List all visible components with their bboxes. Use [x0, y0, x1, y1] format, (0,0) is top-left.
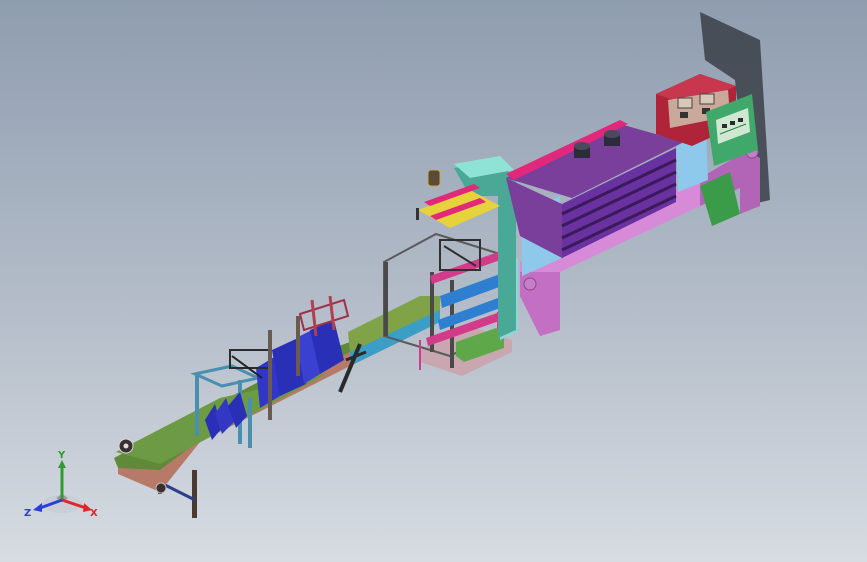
teal-column-side: [498, 188, 516, 338]
z-axis-arrow: [33, 503, 42, 512]
film-roller-support: [416, 208, 419, 220]
frame-post: [195, 376, 199, 436]
separator-station[interactable]: [190, 295, 367, 448]
cad-model-scene[interactable]: [0, 0, 867, 562]
drive-roller-hub: [123, 443, 129, 449]
conveyor-leg: [192, 470, 197, 518]
wrapper-post: [384, 262, 388, 336]
sensor-cylinder[interactable]: [427, 169, 441, 187]
circulation-fan-top: [574, 142, 590, 150]
separator-post: [296, 316, 300, 376]
indicator-button[interactable]: [738, 118, 743, 122]
y-axis-arrow: [58, 460, 66, 468]
conveyor-brace: [164, 483, 196, 502]
x-axis-label: X: [90, 508, 98, 519]
indicator-button[interactable]: [730, 121, 735, 125]
coordinate-triad[interactable]: Y X Z: [22, 448, 102, 528]
tunnel-end-roller: [523, 277, 537, 291]
power-switch[interactable]: [680, 112, 688, 118]
separator-post: [268, 330, 272, 420]
tail-roller: [155, 482, 167, 494]
z-axis-label: Z: [24, 508, 31, 519]
temperature-display[interactable]: [699, 93, 715, 105]
circulation-fan-top: [604, 130, 620, 138]
film-wrapping-station[interactable]: [383, 156, 518, 376]
cad-viewport[interactable]: Y X Z: [0, 0, 867, 562]
infeed-conveyor[interactable]: [114, 296, 440, 518]
temperature-display[interactable]: [677, 97, 693, 109]
y-axis-label: Y: [57, 450, 66, 461]
indicator-button[interactable]: [722, 124, 727, 128]
frame-post: [248, 398, 252, 448]
sealer-arm: [443, 245, 477, 267]
